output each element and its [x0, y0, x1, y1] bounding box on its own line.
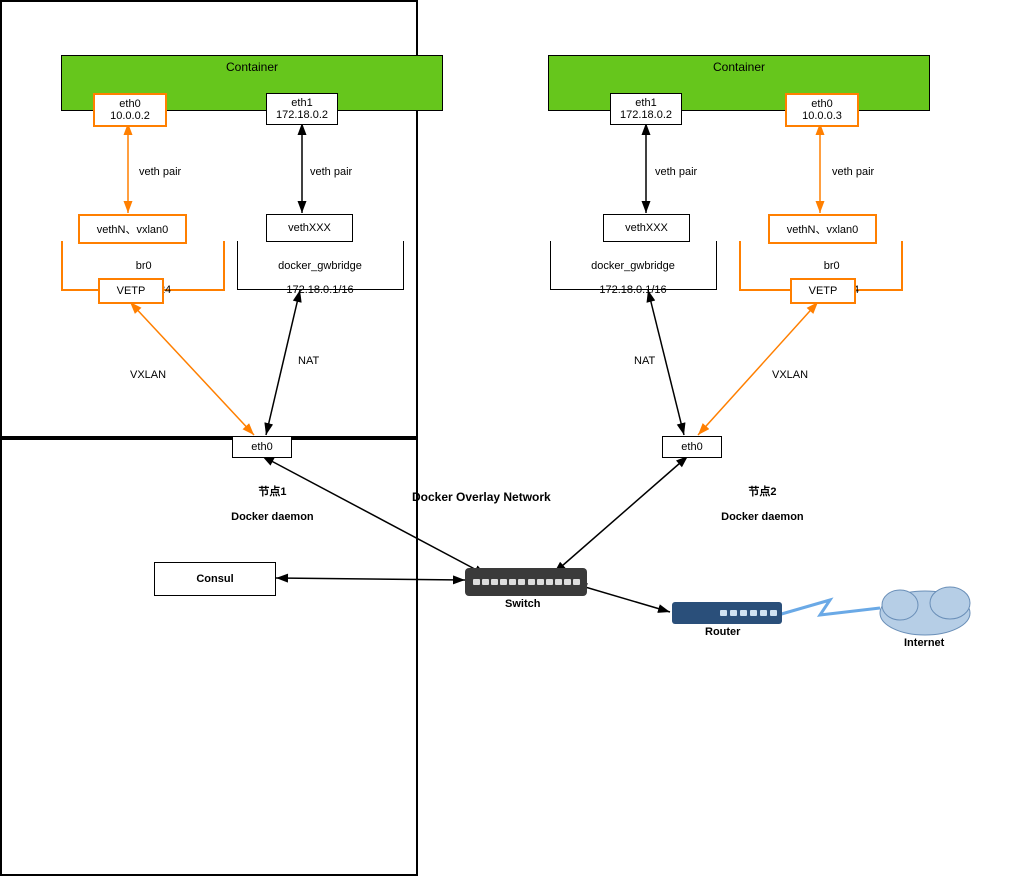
vethN-label: vethN、vxlan0: [97, 221, 169, 237]
vethXXX-label-2: vethXXX: [625, 222, 668, 234]
eth0-ip: 10.0.0.2: [110, 110, 150, 122]
host1-vethXXX: vethXXX: [266, 214, 353, 242]
consul-box: Consul: [154, 562, 276, 596]
host2-gwbridge-label: docker_gwbridge 172.18.0.1/16: [585, 248, 675, 296]
host1-container-eth0: eth0 10.0.0.2: [93, 93, 167, 127]
consul-label: Consul: [196, 573, 233, 585]
container-bar-2: Container: [548, 55, 930, 111]
host1-eth0: eth0: [232, 436, 292, 458]
host1-vethpair-left: veth pair: [139, 166, 181, 178]
host1-vethpair-right: veth pair: [310, 166, 352, 178]
eth0-name: eth0: [119, 98, 140, 110]
router-label: Router: [705, 626, 740, 638]
host2-eth0: eth0: [662, 436, 722, 458]
host1-vxlan-label: VXLAN: [130, 369, 166, 381]
host2-container-eth0: eth0 10.0.0.3: [785, 93, 859, 127]
host2-container-eth1: eth1 172.18.0.2: [610, 93, 682, 125]
eth0-ip-2: 10.0.0.3: [802, 110, 842, 122]
host-2: [0, 438, 418, 876]
host2-node-label: 节点2 Docker daemon: [715, 471, 804, 523]
eth1-name: eth1: [291, 97, 312, 109]
switch-label: Switch: [505, 598, 540, 610]
host1-container-eth1: eth1 172.18.0.2: [266, 93, 338, 125]
eth0-name-2: eth0: [811, 98, 832, 110]
host2-vethpair-right: veth pair: [832, 166, 874, 178]
host2-nat-label: NAT: [634, 355, 655, 367]
eth1-ip: 172.18.0.2: [276, 109, 328, 121]
host2-vetp: VETP: [790, 278, 856, 304]
container-label-2: Container: [713, 60, 765, 74]
vethN-label-2: vethN、vxlan0: [787, 221, 859, 237]
host2-vxlan-label: VXLAN: [772, 369, 808, 381]
host1-node-label: 节点1 Docker daemon: [225, 471, 314, 523]
overlay-title: Docker Overlay Network: [412, 490, 551, 504]
host1-eth0-label: eth0: [251, 441, 272, 453]
eth1-name-2: eth1: [635, 97, 656, 109]
host2-vethN: vethN、vxlan0: [768, 214, 877, 244]
vetp-label-2: VETP: [809, 285, 838, 297]
host1-vethN: vethN、vxlan0: [78, 214, 187, 244]
container-label: Container: [226, 60, 278, 74]
switch-icon: [465, 568, 587, 596]
eth1-ip-2: 172.18.0.2: [620, 109, 672, 121]
host1-gwbridge-label: docker_gwbridge 172.18.0.1/16: [272, 248, 362, 296]
internet-label: Internet: [904, 637, 944, 649]
router-icon: [672, 602, 782, 624]
host2-vethpair-left: veth pair: [655, 166, 697, 178]
host2-vethXXX: vethXXX: [603, 214, 690, 242]
vetp-label: VETP: [117, 285, 146, 297]
host2-eth0-label: eth0: [681, 441, 702, 453]
host1-nat-label: NAT: [298, 355, 319, 367]
host1-vetp: VETP: [98, 278, 164, 304]
vethXXX-label: vethXXX: [288, 222, 331, 234]
